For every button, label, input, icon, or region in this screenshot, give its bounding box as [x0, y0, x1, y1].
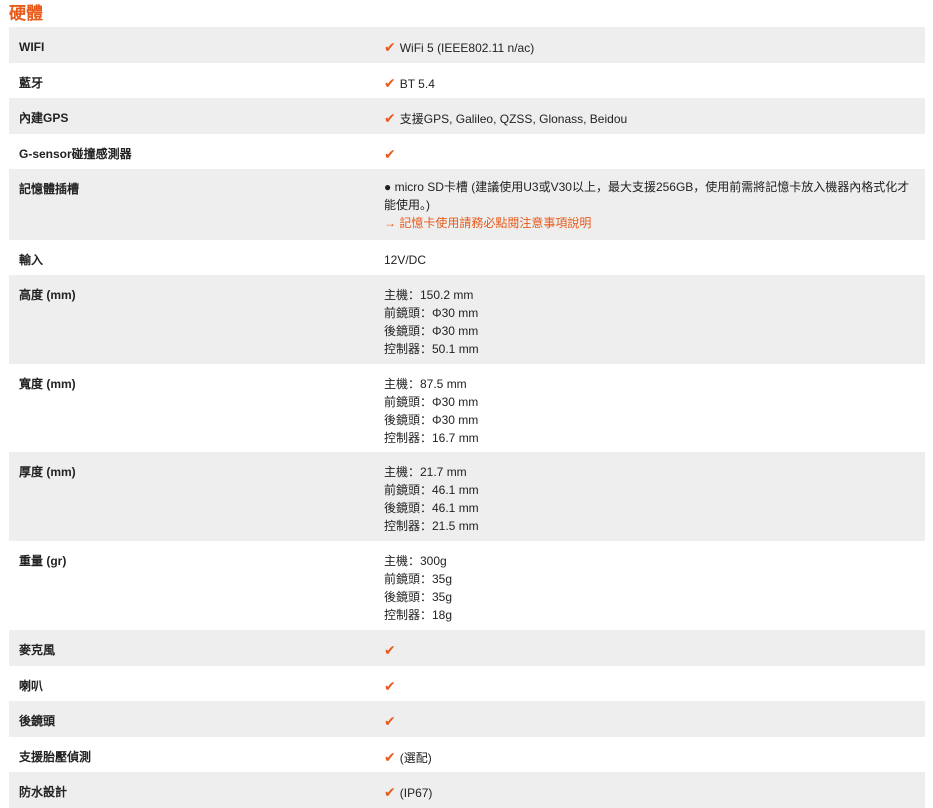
- spec-value: ✔: [374, 701, 925, 737]
- spec-row-input: 輸入 12V/DC: [9, 240, 925, 275]
- spec-label: 輸入: [19, 253, 44, 267]
- spec-label: WIFI: [19, 40, 45, 54]
- spec-label: 記憶體插槽: [19, 182, 80, 196]
- memory-slot-description: ● micro SD卡槽 (建議使用U3或V30以上，最大支援256GB，使用前…: [384, 180, 910, 212]
- spec-value: ✔: [374, 630, 925, 666]
- spec-value-line: 主機：150.2 mm: [384, 288, 474, 302]
- spec-value-text: BT 5.4: [399, 77, 435, 91]
- spec-row-bluetooth: 藍牙 ✔ BT 5.4: [9, 63, 925, 98]
- section-title: 硬體: [9, 4, 43, 23]
- spec-value: ✔ BT 5.4: [374, 63, 925, 98]
- spec-label: 喇叭: [19, 679, 44, 693]
- check-icon: ✔: [384, 75, 396, 91]
- spec-row-height: 高度 (mm) 主機：150.2 mm 前鏡頭：Φ30 mm 後鏡頭：Φ30 m…: [9, 275, 925, 364]
- spec-value: ✔ (選配): [374, 737, 925, 772]
- spec-value: 主機：87.5 mm 前鏡頭：Φ30 mm 後鏡頭：Φ30 mm 控制器：16.…: [374, 364, 925, 452]
- spec-label: 防水設計: [19, 785, 68, 799]
- spec-value: ✔: [374, 134, 925, 169]
- spec-label: 後鏡頭: [19, 714, 56, 728]
- check-icon: ✔: [384, 678, 396, 694]
- spec-value: ✔ WiFi 5 (IEEE802.11 n/ac): [374, 27, 925, 63]
- spec-label: 寬度 (mm): [19, 377, 76, 391]
- check-icon: ✔: [384, 713, 396, 729]
- spec-row-tire-pressure: 支援胎壓偵測 ✔ (選配): [9, 737, 925, 772]
- spec-value-line: 前鏡頭：46.1 mm: [384, 483, 479, 497]
- memory-card-notice-link[interactable]: → 記憶卡使用請務必點閱注意事項說明: [384, 214, 915, 232]
- spec-value-line: 前鏡頭：35g: [384, 572, 453, 586]
- spec-value-line: 控制器：21.5 mm: [384, 519, 479, 533]
- spec-value-text: (選配): [399, 751, 432, 765]
- spec-value: ● micro SD卡槽 (建議使用U3或V30以上，最大支援256GB，使用前…: [374, 169, 925, 240]
- spec-value-line: 控制器：18g: [384, 608, 453, 622]
- spec-value-line: 12V/DC: [384, 253, 427, 267]
- spec-value: 主機：21.7 mm 前鏡頭：46.1 mm 後鏡頭：46.1 mm 控制器：2…: [374, 452, 925, 541]
- spec-value-line: 控制器：50.1 mm: [384, 342, 479, 356]
- spec-table: WIFI ✔ WiFi 5 (IEEE802.11 n/ac) 藍牙 ✔ BT 5.…: [9, 27, 925, 808]
- spec-value-line: 主機：300g: [384, 554, 447, 568]
- spec-value: 12V/DC: [374, 240, 925, 275]
- spec-label: 藍牙: [19, 76, 44, 90]
- spec-value-text: 支援GPS, Galileo, QZSS, Glonass, Beidou: [399, 112, 628, 126]
- spec-value-text: WiFi 5 (IEEE802.11 n/ac): [399, 41, 535, 55]
- spec-value-line: 主機：87.5 mm: [384, 377, 467, 391]
- spec-value-text: (IP67): [399, 786, 433, 800]
- spec-value: ✔ 支援GPS, Galileo, QZSS, Glonass, Beidou: [374, 98, 925, 134]
- spec-row-wifi: WIFI ✔ WiFi 5 (IEEE802.11 n/ac): [9, 27, 925, 63]
- spec-value: 主機：300g 前鏡頭：35g 後鏡頭：35g 控制器：18g: [374, 541, 925, 630]
- spec-value-line: 前鏡頭：Φ30 mm: [384, 306, 479, 320]
- spec-label: 支援胎壓偵測: [19, 750, 92, 764]
- check-icon: ✔: [384, 642, 396, 658]
- spec-label: 重量 (gr): [19, 554, 67, 568]
- spec-value-line: 主機：21.7 mm: [384, 465, 467, 479]
- spec-value: ✔ (IP67): [374, 772, 925, 808]
- spec-row-waterproof: 防水設計 ✔ (IP67): [9, 772, 925, 808]
- spec-row-weight: 重量 (gr) 主機：300g 前鏡頭：35g 後鏡頭：35g 控制器：18g: [9, 541, 925, 630]
- spec-value-line: 控制器：16.7 mm: [384, 431, 479, 445]
- spec-row-memory-slot: 記憶體插槽 ● micro SD卡槽 (建議使用U3或V30以上，最大支援256…: [9, 169, 925, 240]
- spec-value-line: 後鏡頭：Φ30 mm: [384, 413, 479, 427]
- spec-value: 主機：150.2 mm 前鏡頭：Φ30 mm 後鏡頭：Φ30 mm 控制器：50…: [374, 275, 925, 364]
- check-icon: ✔: [384, 749, 396, 765]
- spec-value-line: 後鏡頭：46.1 mm: [384, 501, 479, 515]
- check-icon: ✔: [384, 784, 396, 800]
- spec-value-line: 後鏡頭：35g: [384, 590, 453, 604]
- spec-label: G-sensor碰撞感測器: [19, 147, 132, 161]
- spec-value-line: 前鏡頭：Φ30 mm: [384, 395, 479, 409]
- check-icon: ✔: [384, 39, 396, 55]
- spec-label: 麥克風: [19, 643, 56, 657]
- spec-row-rear-camera: 後鏡頭 ✔: [9, 701, 925, 737]
- spec-value-line: 後鏡頭：Φ30 mm: [384, 324, 479, 338]
- check-icon: ✔: [384, 146, 396, 162]
- spec-value: ✔: [374, 666, 925, 701]
- spec-row-gsensor: G-sensor碰撞感測器 ✔: [9, 134, 925, 169]
- spec-row-speaker: 喇叭 ✔: [9, 666, 925, 701]
- spec-label: 厚度 (mm): [19, 465, 76, 479]
- check-icon: ✔: [384, 110, 396, 126]
- spec-row-thickness: 厚度 (mm) 主機：21.7 mm 前鏡頭：46.1 mm 後鏡頭：46.1 …: [9, 452, 925, 541]
- spec-row-width: 寬度 (mm) 主機：87.5 mm 前鏡頭：Φ30 mm 後鏡頭：Φ30 mm…: [9, 364, 925, 452]
- spec-label: 內建GPS: [19, 111, 69, 125]
- spec-row-microphone: 麥克風 ✔: [9, 630, 925, 666]
- spec-label: 高度 (mm): [19, 288, 76, 302]
- spec-row-gps: 內建GPS ✔ 支援GPS, Galileo, QZSS, Glonass, Be…: [9, 98, 925, 134]
